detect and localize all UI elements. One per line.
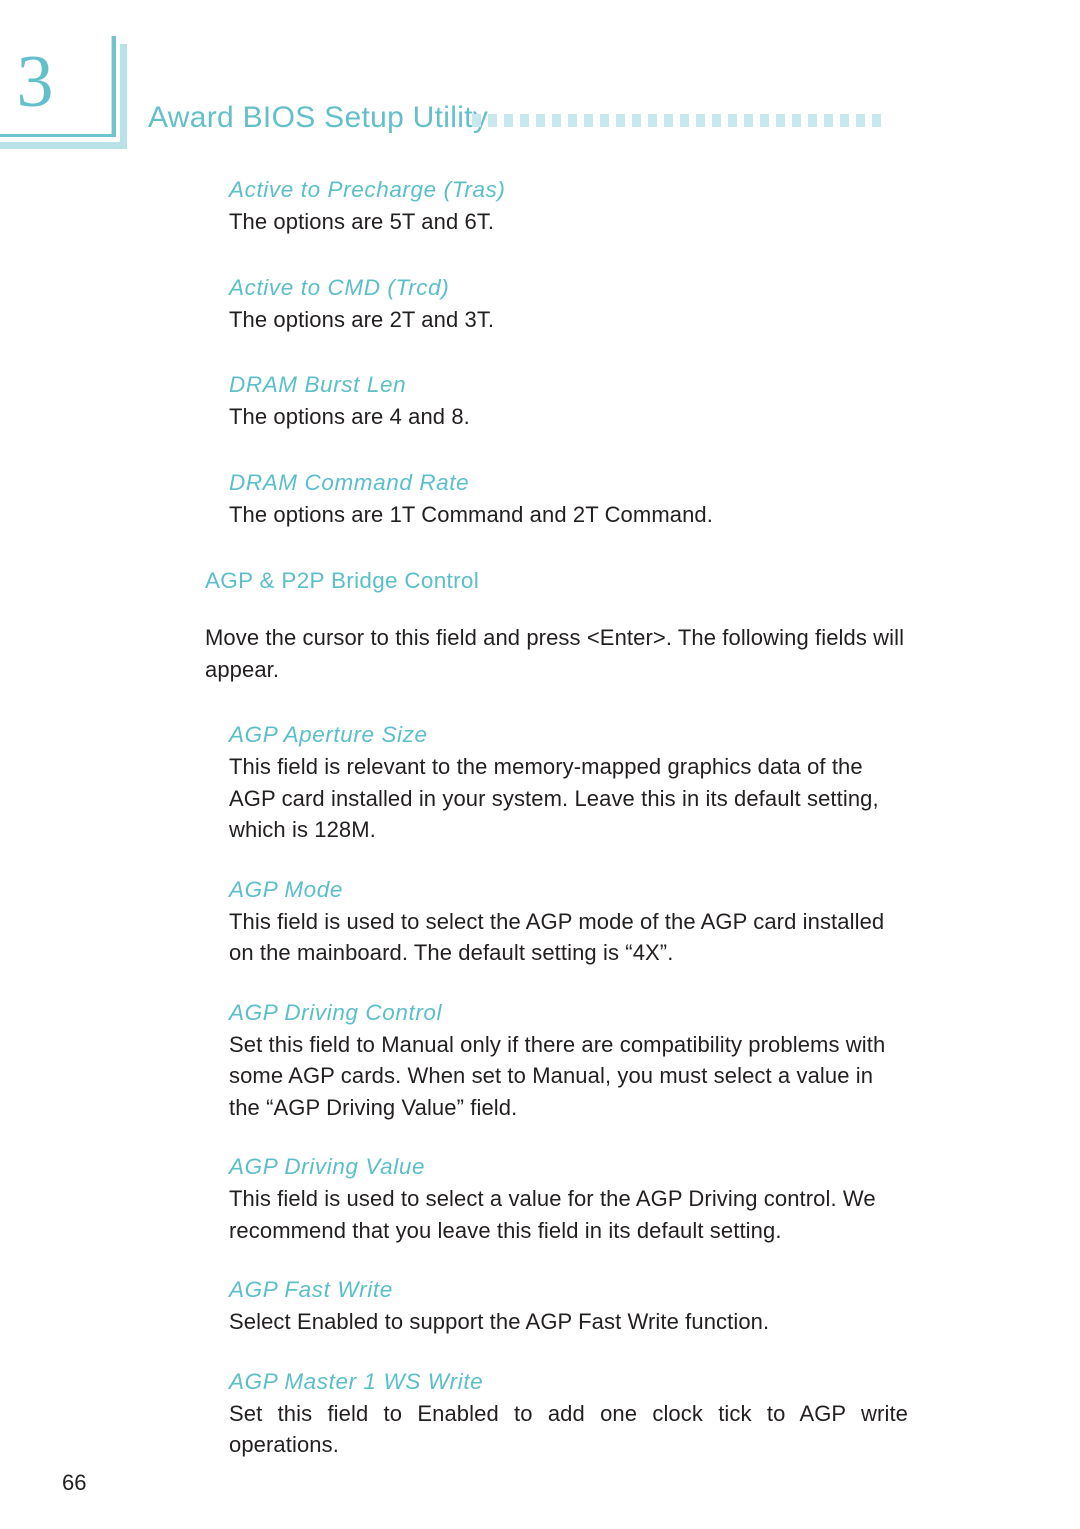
field-heading: Active to Precharge (Tras) bbox=[229, 177, 506, 202]
field-heading: AGP Driving Value bbox=[229, 1154, 426, 1179]
header-rule-square bbox=[504, 114, 513, 127]
header-rule-square bbox=[712, 114, 721, 127]
header-rule-square bbox=[632, 114, 641, 127]
body-paragraph: Select Enabled to support the AGP Fast W… bbox=[229, 1309, 770, 1334]
field-heading: AGP Mode bbox=[229, 876, 344, 902]
header-rule-square bbox=[856, 114, 865, 127]
document-body: Active to Precharge (Tras) The options ar… bbox=[0, 160, 1080, 1461]
body-paragraph: Set this field to Enabled to add one clo… bbox=[229, 1400, 908, 1458]
field-heading: Active to CMD (Trcd) bbox=[229, 274, 450, 300]
header-rule-square bbox=[824, 114, 833, 127]
content-section: DRAM Command Rate The options are 1T Comm… bbox=[229, 469, 908, 531]
body-paragraph: The options are 5T and 6T. bbox=[229, 209, 495, 234]
header-rule-square bbox=[776, 114, 785, 127]
content-section: Active to Precharge (Tras) The options ar… bbox=[229, 176, 908, 238]
body-paragraph: This field is used to select a value for… bbox=[229, 1186, 876, 1243]
header-rule-square bbox=[872, 114, 881, 127]
header-rule-square bbox=[616, 114, 625, 127]
header-rule-square bbox=[728, 114, 737, 127]
header-rule-square bbox=[648, 114, 657, 127]
body-paragraph: This field is relevant to the memory-map… bbox=[229, 754, 879, 842]
body-paragraph: Move the cursor to this field and press … bbox=[205, 625, 905, 682]
content-section: AGP Driving Value This field is used to s… bbox=[229, 1153, 908, 1246]
header-rule-square bbox=[520, 114, 529, 127]
content-section: AGP Fast Write Select Enabled to support … bbox=[229, 1276, 908, 1338]
content-section: AGP Master 1 WS Write Set this field to E… bbox=[229, 1368, 908, 1461]
header-rule-square bbox=[808, 114, 817, 127]
header-rule-square bbox=[568, 114, 577, 127]
field-heading: AGP Fast Write bbox=[229, 1277, 393, 1302]
header-rule-square bbox=[552, 114, 561, 127]
header-rule-square bbox=[488, 114, 497, 127]
content-section: Active to CMD (Trcd) The options are 2T a… bbox=[229, 274, 908, 336]
field-heading: AGP Master 1 WS Write bbox=[229, 1368, 484, 1394]
header-dotted-rule bbox=[472, 114, 881, 127]
content-section: AGP Mode This field is used to select the… bbox=[229, 876, 908, 969]
field-heading: AGP Driving Control bbox=[229, 999, 443, 1025]
header-rule-square bbox=[696, 114, 705, 127]
header-rule-square bbox=[760, 114, 769, 127]
field-heading: DRAM Command Rate bbox=[229, 469, 470, 495]
field-heading: DRAM Burst Len bbox=[229, 372, 407, 397]
chapter-header: 3 Award BIOS Setup Utility bbox=[0, 0, 1080, 160]
chapter-badge-box: 3 bbox=[0, 36, 116, 137]
header-rule-square bbox=[840, 114, 849, 127]
header-rule-square bbox=[664, 114, 673, 127]
header-rule-square bbox=[680, 114, 689, 127]
content-section: AGP Driving Control Set this field to Man… bbox=[229, 999, 908, 1124]
content-section: DRAM Burst Len The options are 4 and 8. bbox=[229, 371, 908, 433]
body-paragraph: The options are 1T Command and 2T Comman… bbox=[229, 501, 713, 527]
header-rule-square bbox=[472, 114, 481, 127]
body-paragraph: The options are 2T and 3T. bbox=[229, 306, 495, 332]
content-section: AGP Aperture Size This field is relevant … bbox=[229, 721, 908, 846]
body-paragraph: Set this field to Manual only if there a… bbox=[229, 1031, 886, 1120]
header-rule-square bbox=[744, 114, 753, 127]
header-rule-square bbox=[584, 114, 593, 127]
header-rule-square bbox=[792, 114, 801, 127]
page-title: Award BIOS Setup Utility bbox=[148, 101, 489, 134]
content-section: AGP & P2P Bridge Control Move the cursor … bbox=[205, 566, 908, 685]
field-heading: AGP Aperture Size bbox=[229, 722, 428, 747]
page-number: 66 bbox=[62, 1470, 87, 1495]
section-heading: AGP & P2P Bridge Control bbox=[205, 568, 480, 593]
body-paragraph: This field is used to select the AGP mod… bbox=[229, 908, 885, 966]
chapter-number: 3 bbox=[16, 41, 54, 123]
body-paragraph: The options are 4 and 8. bbox=[229, 404, 470, 429]
header-rule-square bbox=[536, 114, 545, 127]
header-rule-square bbox=[600, 114, 609, 127]
